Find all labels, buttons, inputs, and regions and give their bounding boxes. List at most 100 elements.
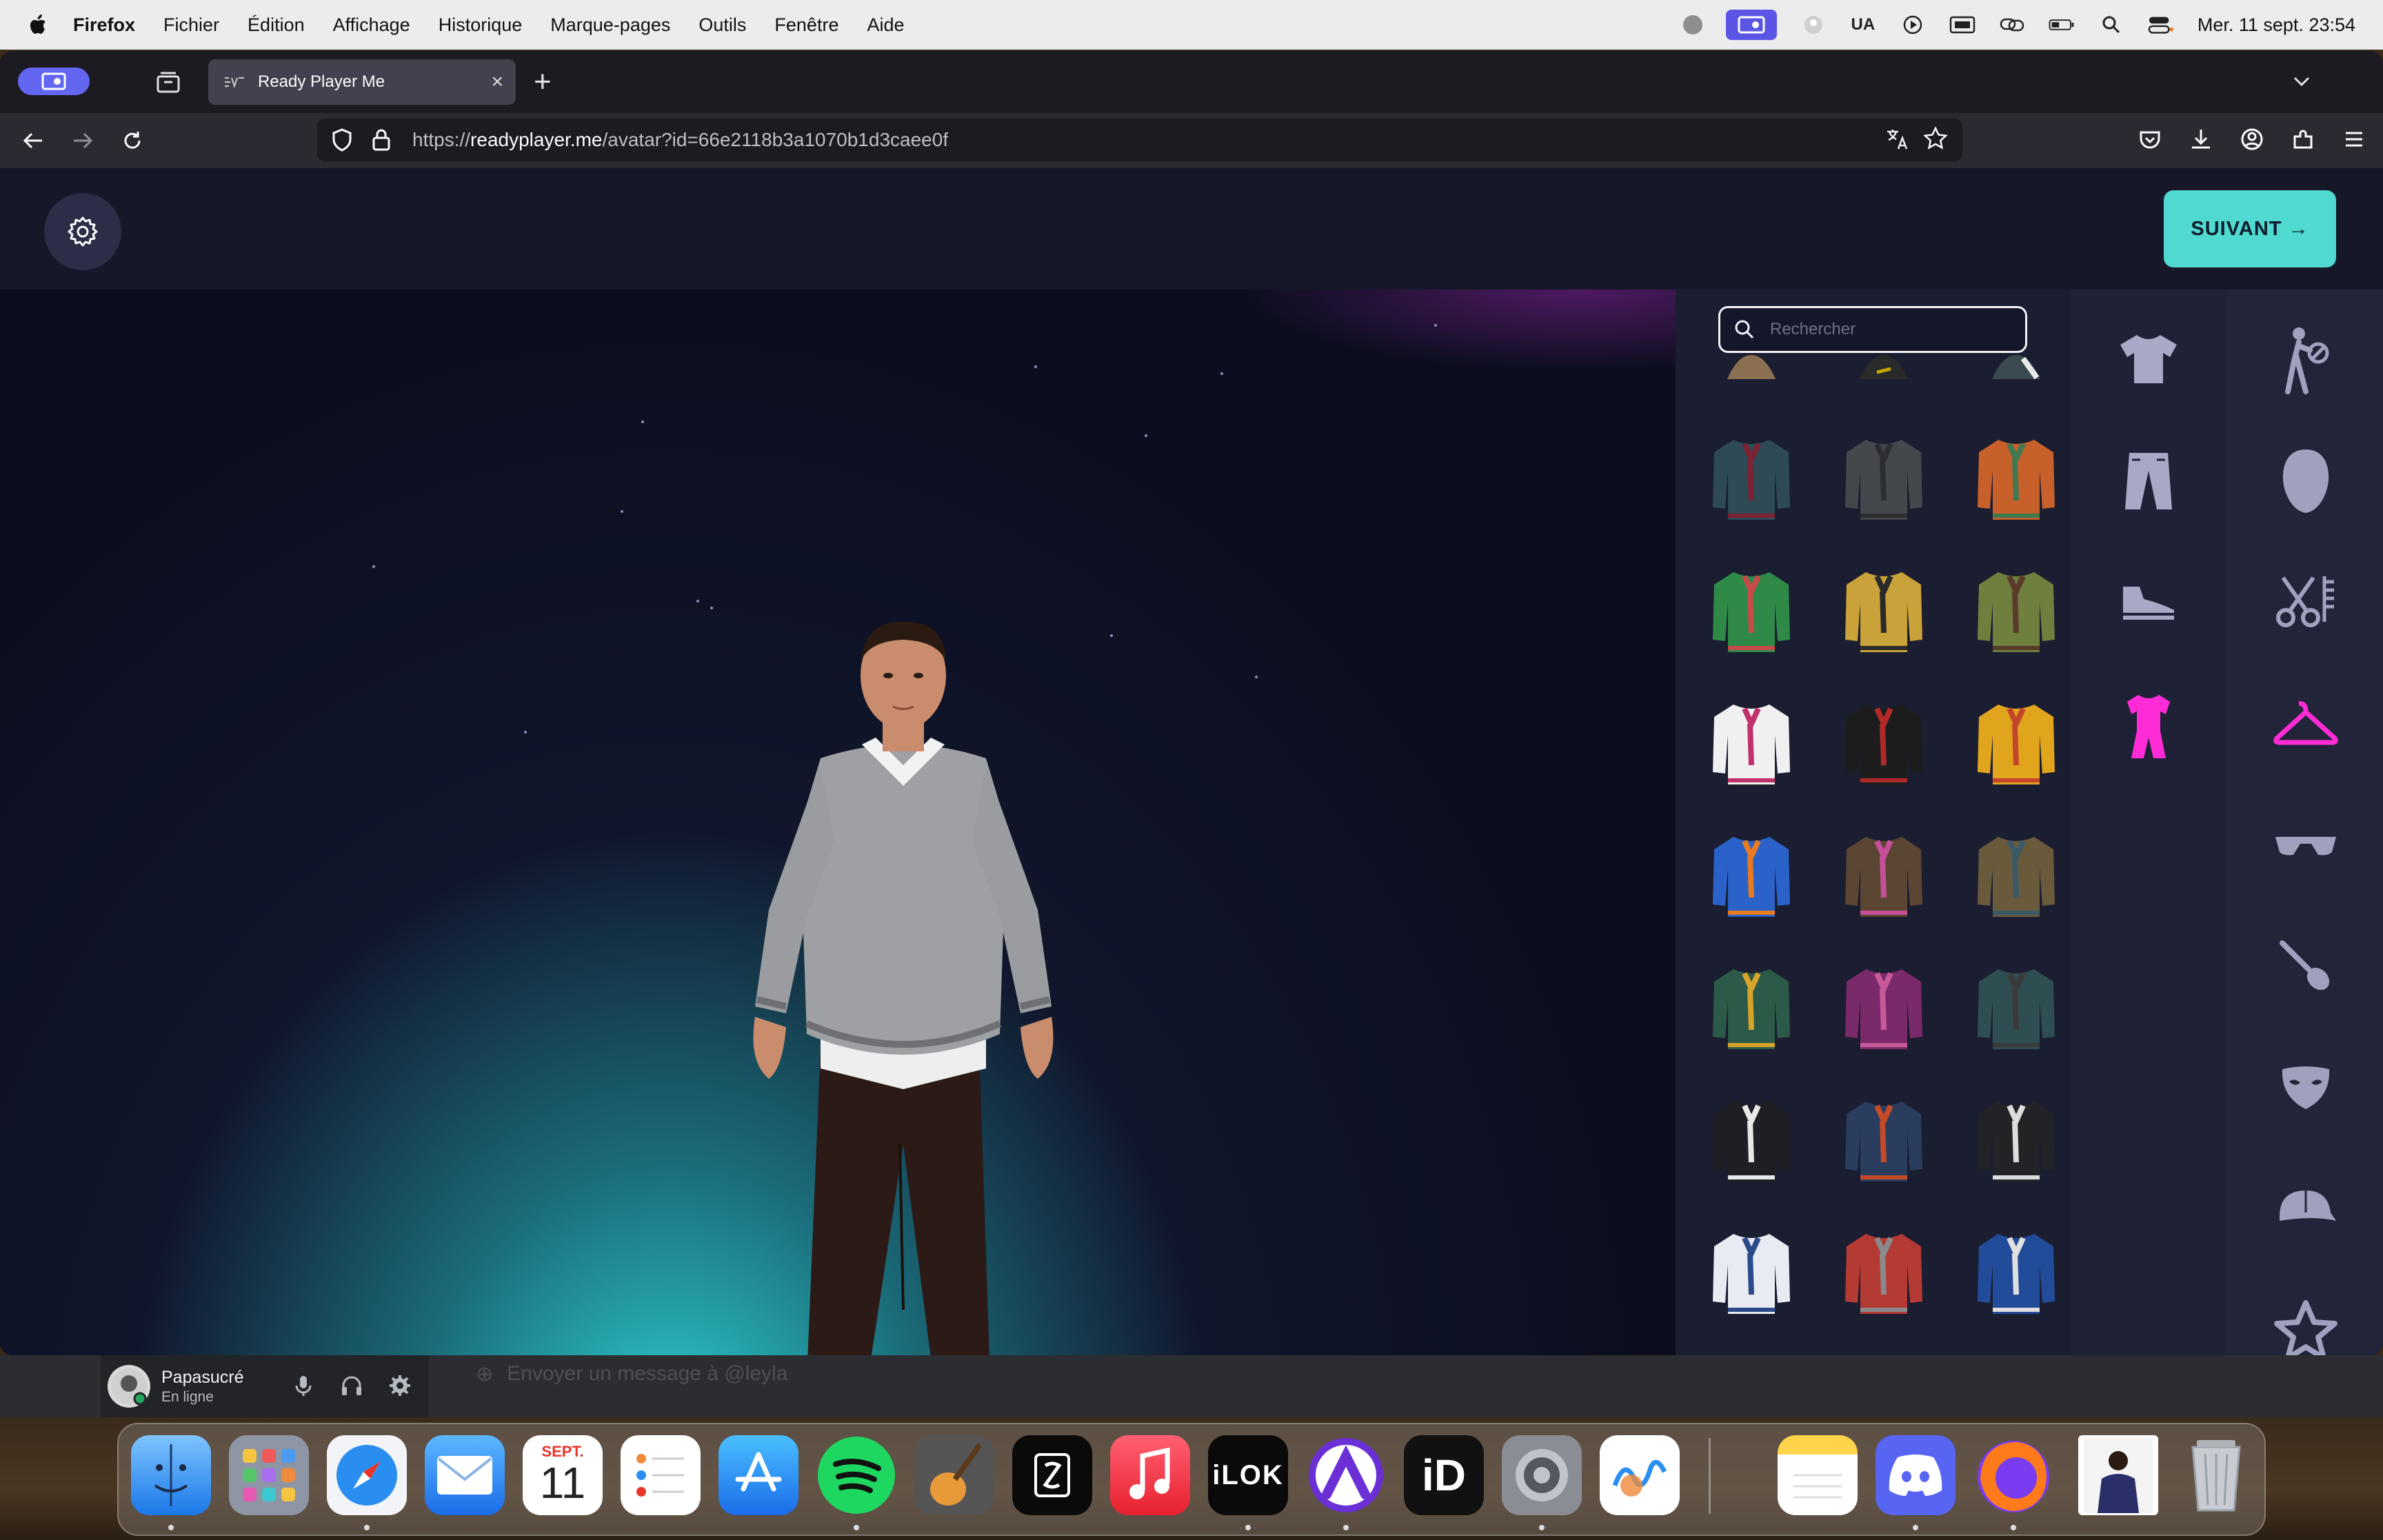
user-circle-icon[interactable] bbox=[1800, 13, 1827, 37]
chevron-down-icon[interactable] bbox=[2289, 69, 2314, 94]
item-thumbnail-red-varsity-jacket[interactable] bbox=[1818, 1208, 1950, 1340]
body-pose-icon[interactable] bbox=[2270, 324, 2342, 396]
back-arrow-icon[interactable] bbox=[19, 127, 47, 154]
microphone-icon[interactable] bbox=[291, 1373, 316, 1398]
profile-switcher-button[interactable] bbox=[18, 68, 90, 95]
menu-outils[interactable]: Outils bbox=[698, 14, 746, 36]
hamburger-menu-icon[interactable] bbox=[2342, 127, 2366, 152]
link-icon[interactable] bbox=[1999, 13, 2025, 37]
downloads-stack-icon[interactable] bbox=[2078, 1435, 2158, 1515]
headphones-icon[interactable] bbox=[339, 1373, 364, 1398]
next-button[interactable]: SUIVANT → bbox=[2164, 190, 2336, 267]
menubar-clock[interactable]: Mer. 11 sept. 23:54 bbox=[2198, 14, 2355, 36]
lock-icon[interactable] bbox=[371, 128, 392, 152]
item-thumbnail-blue-india-jersey[interactable] bbox=[1685, 811, 1818, 943]
calendar-icon[interactable]: SEPT. 11 bbox=[523, 1435, 603, 1515]
menu-aide[interactable]: Aide bbox=[867, 14, 904, 36]
tab-ready-player-me[interactable]: Ready Player Me × bbox=[208, 59, 516, 105]
user-names[interactable]: Papasucré En ligne bbox=[161, 1368, 244, 1406]
mask-icon[interactable] bbox=[2270, 1052, 2342, 1124]
notes-icon[interactable] bbox=[1778, 1435, 1858, 1515]
system-settings-icon[interactable] bbox=[1502, 1435, 1582, 1515]
avatar-3d-viewport[interactable] bbox=[0, 290, 1676, 1355]
arc-browser-icon[interactable] bbox=[1306, 1435, 1386, 1515]
item-thumbnail-green-patterned-sweater[interactable] bbox=[1685, 546, 1818, 678]
makeup-brush-icon[interactable] bbox=[2270, 931, 2342, 1002]
ilok-icon[interactable]: iLOK bbox=[1208, 1435, 1288, 1515]
spotlight-search-icon[interactable] bbox=[2098, 13, 2124, 37]
bookmark-star-icon[interactable] bbox=[1922, 125, 1949, 152]
avatar[interactable] bbox=[108, 1365, 150, 1408]
sneaker-icon[interactable] bbox=[2114, 569, 2183, 638]
translate-icon[interactable] bbox=[1885, 127, 1911, 153]
url-bar[interactable]: https://readyplayer.me/avatar?id=66e2118… bbox=[317, 119, 1962, 161]
item-thumbnail-white-puffer-jacket[interactable] bbox=[1685, 1208, 1818, 1340]
pocket-icon[interactable] bbox=[2138, 127, 2162, 152]
reload-icon[interactable] bbox=[119, 127, 146, 154]
item-thumbnail-yellow-dress[interactable] bbox=[1950, 678, 2071, 811]
pants-icon[interactable] bbox=[2114, 447, 2183, 516]
safari-icon[interactable] bbox=[327, 1435, 407, 1515]
item-thumbnail-yellow-diamond-sweater[interactable] bbox=[1818, 546, 1950, 678]
screen-sharing-icon[interactable] bbox=[1725, 10, 1777, 40]
menu-fichier[interactable]: Fichier bbox=[163, 14, 219, 36]
close-tab-icon[interactable]: × bbox=[491, 70, 503, 94]
id-app-icon[interactable]: iD bbox=[1404, 1435, 1484, 1515]
avatar-figure[interactable] bbox=[717, 620, 1089, 1355]
keyboard-icon[interactable] bbox=[1949, 13, 1975, 37]
new-tab-icon[interactable]: + bbox=[534, 65, 552, 99]
apple-menu-icon[interactable] bbox=[25, 11, 52, 39]
menu-edition[interactable]: Édition bbox=[248, 14, 305, 36]
item-thumbnail-denim-jacket[interactable] bbox=[1818, 1075, 1950, 1208]
url-text[interactable]: https://readyplayer.me/avatar?id=66e2118… bbox=[412, 129, 948, 151]
tab-overview-icon[interactable] bbox=[156, 70, 181, 94]
sunglasses-icon[interactable] bbox=[2270, 809, 2342, 881]
menu-app-name[interactable]: Firefox bbox=[73, 14, 135, 36]
forward-arrow-icon[interactable] bbox=[69, 127, 97, 154]
item-thumbnail-olive-sweater[interactable] bbox=[1950, 546, 2071, 678]
gear-icon[interactable] bbox=[388, 1373, 412, 1398]
control-center-icon[interactable] bbox=[2148, 13, 2174, 37]
hanger-icon-selected[interactable] bbox=[2270, 688, 2342, 760]
status-dot-icon[interactable] bbox=[1682, 15, 1702, 34]
menu-fenetre[interactable]: Fenêtre bbox=[774, 14, 838, 36]
freeform-icon[interactable] bbox=[1600, 1435, 1680, 1515]
app-store-icon[interactable] bbox=[718, 1435, 798, 1515]
input-source-indicator[interactable]: UA bbox=[1850, 13, 1876, 37]
mail-icon[interactable] bbox=[425, 1435, 505, 1515]
discord-icon[interactable] bbox=[1876, 1435, 1955, 1515]
battery-icon[interactable] bbox=[2049, 13, 2075, 37]
garageband-icon[interactable] bbox=[914, 1435, 994, 1515]
hair-scissors-icon[interactable] bbox=[2270, 567, 2342, 638]
item-thumbnail-green-armor-suit[interactable] bbox=[1685, 943, 1818, 1075]
item-thumbnail-khaki-jacket[interactable] bbox=[1950, 811, 2071, 943]
firefox-icon[interactable] bbox=[1973, 1435, 2053, 1515]
item-thumbnail-black-blazer[interactable] bbox=[1950, 1075, 2071, 1208]
item-thumbnail-white-shirt-red-tie[interactable] bbox=[1685, 678, 1818, 811]
unity-hub-icon[interactable] bbox=[1012, 1435, 1092, 1515]
head-icon[interactable] bbox=[2270, 445, 2342, 517]
search-box[interactable] bbox=[1718, 306, 2027, 353]
item-thumbnail[interactable] bbox=[1818, 352, 1950, 414]
cap-icon[interactable] bbox=[2270, 1173, 2342, 1245]
extensions-icon[interactable] bbox=[2291, 127, 2315, 152]
star-icon[interactable] bbox=[2270, 1295, 2342, 1355]
menu-historique[interactable]: Historique bbox=[439, 14, 523, 36]
finder-icon[interactable] bbox=[131, 1435, 211, 1515]
account-icon[interactable] bbox=[2240, 127, 2264, 152]
tracking-shield-icon[interactable] bbox=[330, 128, 354, 152]
item-thumbnail-blue-tracksuit[interactable] bbox=[1950, 1208, 2071, 1340]
item-thumbnail-pink-feather-top[interactable] bbox=[1818, 943, 1950, 1075]
add-attachment-icon[interactable]: ⊕ bbox=[476, 1362, 493, 1386]
outfit-icon-selected[interactable] bbox=[2114, 692, 2183, 761]
menu-marque-pages[interactable]: Marque-pages bbox=[550, 14, 670, 36]
trash-icon[interactable] bbox=[2176, 1435, 2256, 1515]
item-thumbnail-black-suit-jacket[interactable] bbox=[1685, 1075, 1818, 1208]
music-icon[interactable] bbox=[1110, 1435, 1190, 1515]
play-circle-icon[interactable] bbox=[1900, 13, 1926, 37]
item-thumbnail-orange-vest-jacket[interactable] bbox=[1950, 414, 2071, 546]
settings-button[interactable] bbox=[44, 193, 121, 270]
item-thumbnail-brown-trench-coat[interactable] bbox=[1818, 811, 1950, 943]
item-thumbnail-teal-hooded-jacket[interactable] bbox=[1685, 414, 1818, 546]
menu-affichage[interactable]: Affichage bbox=[333, 14, 410, 36]
